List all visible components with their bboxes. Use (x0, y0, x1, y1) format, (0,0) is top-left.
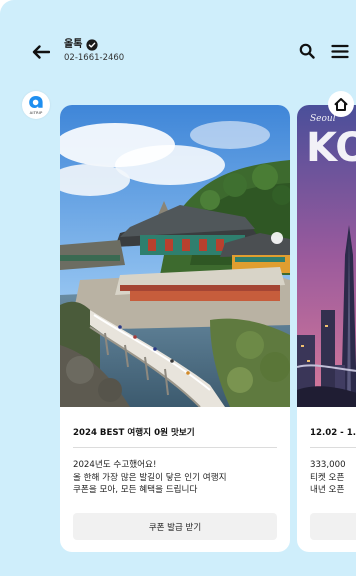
image-text-small: Seoul (310, 114, 336, 124)
channel-phone: 02-1661-2460 (64, 53, 125, 63)
temple-photo (60, 105, 290, 407)
desc-line: 2024년도 수고했어요! (73, 460, 157, 470)
card-body: 2024 BEST 여행지 0원 맛보기 2024년도 수고했어요! 올 한해 … (60, 407, 290, 497)
channel-title: 올톡 (64, 39, 83, 50)
desc-line: 333,000 (310, 460, 346, 470)
back-button[interactable] (30, 42, 52, 62)
desc-line: 쿠폰을 모아, 모든 혜택을 드립니다 (73, 485, 198, 495)
home-button[interactable] (328, 91, 354, 117)
search-icon (299, 43, 315, 59)
divider (73, 447, 277, 448)
promo-card[interactable]: Seoul KO 12.02 - 1. 333,000 티켓 오픈 내년 오픈 (297, 105, 356, 552)
desc-line: 올 한해 가장 많은 발길이 닿은 인기 여행지 (73, 472, 227, 483)
verified-icon (86, 38, 99, 51)
divider (310, 447, 356, 448)
coupon-button[interactable]: 쿠폰 발급 받기 (73, 513, 277, 540)
seoul-photo: Seoul KO (297, 105, 356, 407)
card-description: 2024년도 수고했어요! 올 한해 가장 많은 발길이 닿은 인기 여행지 쿠… (73, 459, 277, 497)
desc-line: 내년 오픈 (310, 485, 345, 495)
hamburger-menu-icon (331, 44, 349, 59)
card-title: 12.02 - 1. (310, 428, 356, 438)
aitrip-button[interactable]: AITRIP (22, 91, 50, 119)
card-body: 12.02 - 1. 333,000 티켓 오픈 내년 오픈 (297, 407, 356, 497)
header: 올톡 02-1661-2460 (0, 36, 356, 70)
card-description: 333,000 티켓 오픈 내년 오픈 (310, 459, 356, 497)
image-text-big: KO (306, 125, 356, 171)
aitrip-logo-icon (29, 96, 43, 108)
desc-line: 티켓 오픈 (310, 472, 345, 483)
aitrip-label: AITRIP (29, 110, 43, 115)
channel-info: 올톡 02-1661-2460 (64, 38, 124, 64)
home-icon (334, 97, 348, 111)
app-frame: 올톡 02-1661-2460 2024 BEST 여행지 0원 맛보기 202… (0, 0, 356, 576)
promo-card[interactable]: 2024 BEST 여행지 0원 맛보기 2024년도 수고했어요! 올 한해 … (60, 105, 290, 552)
search-button[interactable] (299, 43, 315, 59)
menu-button[interactable] (331, 44, 349, 59)
arrow-left-icon (32, 45, 50, 59)
coupon-button[interactable] (310, 513, 356, 540)
card-title: 2024 BEST 여행지 0원 맛보기 (73, 428, 195, 438)
